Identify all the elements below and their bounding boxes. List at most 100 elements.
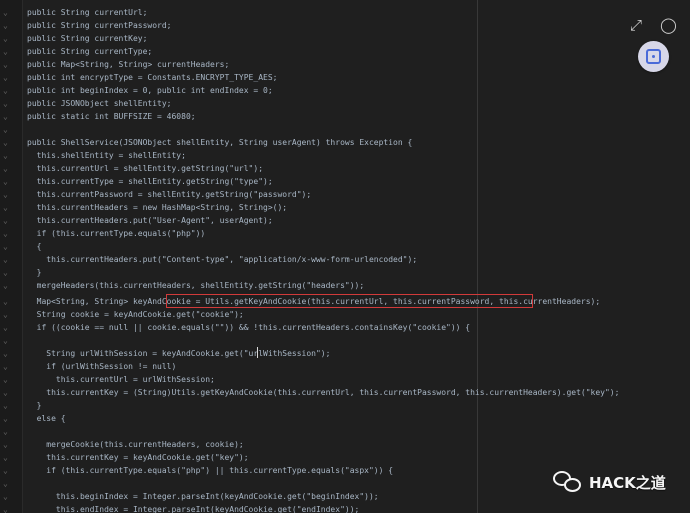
- watermark-text: HACK之道: [589, 473, 666, 492]
- fold-marker-icon: ⌄: [3, 297, 8, 306]
- code-text: this.currentType = shellEntity.getString…: [27, 177, 273, 186]
- code-line: ⌄: [0, 425, 690, 438]
- code-line: ⌄ }: [0, 399, 690, 412]
- code-text: this.shellEntity = shellEntity;: [27, 151, 186, 160]
- code-line: ⌄ this.shellEntity = shellEntity;: [0, 149, 690, 162]
- scan-icon: [646, 49, 661, 64]
- code-line: ⌄ this.currentHeaders.put("Content-type"…: [0, 253, 690, 266]
- fold-marker-icon: ⌄: [3, 323, 8, 332]
- code-line: ⌄ if (urlWithSession != null): [0, 360, 690, 373]
- fold-marker-icon: ⌄: [3, 401, 8, 410]
- fold-marker-icon: ⌄: [3, 492, 8, 501]
- code-line: ⌄ this.currentKey = keyAndCookie.get("ke…: [0, 451, 690, 464]
- code-line: ⌄ public String currentPassword;: [0, 19, 690, 32]
- code-line: ⌄ public static int BUFFSIZE = 46080;: [0, 110, 690, 123]
- code-line: ⌄ this.endIndex = Integer.parseInt(keyAn…: [0, 503, 690, 513]
- code-line: ⌄ this.currentUrl = shellEntity.getStrin…: [0, 162, 690, 175]
- expand-icon[interactable]: ⤢: [628, 17, 644, 33]
- code-text: mergeHeaders(this.currentHeaders, shellE…: [27, 281, 365, 290]
- fold-marker-icon: ⌄: [3, 255, 8, 264]
- code-line: ⌄ String urlWithSession = keyAndCookie.g…: [0, 347, 690, 360]
- text-cursor: [257, 347, 258, 358]
- code-text: if ((cookie == null || cookie.equals("")…: [27, 323, 471, 332]
- code-text: }: [27, 268, 42, 277]
- fold-marker-icon: ⌄: [3, 34, 8, 43]
- fold-marker-icon: ⌄: [3, 229, 8, 238]
- watermark: HACK之道: [553, 470, 666, 494]
- fold-marker-icon: ⌄: [3, 190, 8, 199]
- chat-icon[interactable]: ◯: [660, 17, 677, 33]
- fold-marker-icon: ⌄: [3, 73, 8, 82]
- code-text: public String currentKey;: [27, 34, 148, 43]
- code-text: public String currentPassword;: [27, 21, 172, 30]
- fold-marker-icon: ⌄: [3, 99, 8, 108]
- fold-marker-icon: ⌄: [3, 125, 8, 134]
- fold-marker-icon: ⌄: [3, 453, 8, 462]
- code-line: ⌄: [0, 334, 690, 347]
- code-text: String cookie = keyAndCookie.get("cookie…: [27, 310, 244, 319]
- code-text: public String currentUrl;: [27, 8, 148, 17]
- code-line: ⌄ this.currentUrl = urlWithSession;: [0, 373, 690, 386]
- fold-marker-icon: ⌄: [3, 388, 8, 397]
- code-text: this.currentHeaders.put("User-Agent", us…: [27, 216, 273, 225]
- code-text: this.currentPassword = shellEntity.getSt…: [27, 190, 312, 199]
- code-text: }: [27, 401, 42, 410]
- code-line: ⌄ if ((cookie == null || cookie.equals("…: [0, 321, 690, 334]
- code-line: ⌄ public String currentKey;: [0, 32, 690, 45]
- code-text: public JSONObject shellEntity;: [27, 99, 172, 108]
- fold-marker-icon: ⌄: [3, 414, 8, 423]
- fold-marker-icon: ⌄: [3, 479, 8, 488]
- code-text: this.currentUrl = shellEntity.getString(…: [27, 164, 264, 173]
- screenshot-frame: ⌄ public String currentUrl; ⌄ public Strin…: [0, 0, 690, 513]
- code-line: ⌄ this.currentKey = (String)Utils.getKey…: [0, 386, 690, 399]
- code-line: ⌄ if (this.currentType.equals("php")): [0, 227, 690, 240]
- fold-marker-icon: ⌄: [3, 216, 8, 225]
- fold-marker-icon: ⌄: [3, 86, 8, 95]
- code-line: ⌄ public ShellService(JSONObject shellEnt…: [0, 136, 690, 149]
- fold-marker-icon: ⌄: [3, 440, 8, 449]
- code-text: {: [27, 242, 42, 251]
- fold-marker-icon: ⌄: [3, 242, 8, 251]
- code-text: this.currentHeaders = new HashMap<String…: [27, 203, 288, 212]
- code-line: ⌄ this.currentType = shellEntity.getStri…: [0, 175, 690, 188]
- fold-marker-icon: ⌄: [3, 427, 8, 436]
- code-line: ⌄ public String currentUrl;: [0, 6, 690, 19]
- code-line: ⌄ this.currentHeaders.put("User-Agent", …: [0, 214, 690, 227]
- code-text: this.currentKey = keyAndCookie.get("key"…: [27, 453, 249, 462]
- fold-marker-icon: ⌄: [3, 349, 8, 358]
- code-text: this.currentHeaders.put("Content-type", …: [27, 255, 418, 264]
- fold-marker-icon: ⌄: [3, 362, 8, 371]
- scan-button[interactable]: [638, 41, 669, 72]
- fold-marker-icon: ⌄: [3, 336, 8, 345]
- code-text: public String currentType;: [27, 47, 153, 56]
- fold-marker-icon: ⌄: [3, 177, 8, 186]
- code-line: ⌄ public JSONObject shellEntity;: [0, 97, 690, 110]
- code-text: public ShellService(JSONObject shellEnti…: [27, 138, 413, 147]
- fold-marker-icon: ⌄: [3, 310, 8, 319]
- fold-marker-icon: ⌄: [3, 21, 8, 30]
- code-text: if (urlWithSession != null): [27, 362, 177, 371]
- wechat-icon: [553, 470, 583, 494]
- code-text: this.currentUrl = urlWithSession;: [27, 375, 215, 384]
- code-line: ⌄ public Map<String, String> currentHeade…: [0, 58, 690, 71]
- code-line: ⌄ mergeHeaders(this.currentHeaders, shel…: [0, 279, 690, 292]
- fold-marker-icon: ⌄: [3, 268, 8, 277]
- code-line: ⌄ public int beginIndex = 0, public int e…: [0, 84, 690, 97]
- code-line: ⌄ this.currentPassword = shellEntity.get…: [0, 188, 690, 201]
- code-text: public int encryptType = Constants.ENCRY…: [27, 73, 278, 82]
- fold-marker-icon: ⌄: [3, 138, 8, 147]
- fold-marker-icon: ⌄: [3, 203, 8, 212]
- red-highlight-box: [166, 294, 533, 308]
- fold-marker-icon: ⌄: [3, 47, 8, 56]
- code-line: ⌄ String cookie = keyAndCookie.get("cook…: [0, 308, 690, 321]
- code-line: ⌄: [0, 123, 690, 136]
- code-text: public int beginIndex = 0, public int en…: [27, 86, 273, 95]
- code-text: public Map<String, String> currentHeader…: [27, 60, 230, 69]
- code-line: ⌄ this.currentHeaders = new HashMap<Stri…: [0, 201, 690, 214]
- fold-marker-icon: ⌄: [3, 281, 8, 290]
- fold-marker-icon: ⌄: [3, 466, 8, 475]
- fold-marker-icon: ⌄: [3, 8, 8, 17]
- code-editor[interactable]: ⌄ public String currentUrl; ⌄ public Strin…: [0, 0, 690, 513]
- fold-marker-icon: ⌄: [3, 112, 8, 121]
- code-line: ⌄ else {: [0, 412, 690, 425]
